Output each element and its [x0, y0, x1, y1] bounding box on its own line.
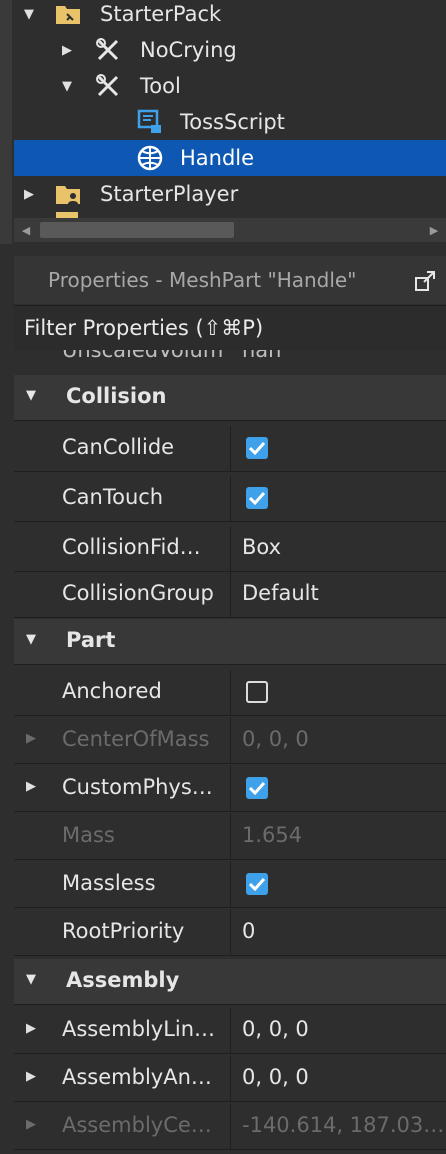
category-collision[interactable]: ▼ Collision: [14, 375, 446, 421]
category-label: Assembly: [66, 968, 180, 992]
category-part[interactable]: ▼ Part: [14, 619, 446, 665]
script-icon: [136, 108, 164, 136]
meshpart-icon: [136, 144, 164, 172]
property-value: nan: [242, 350, 282, 362]
tree-item-label: StarterPack: [100, 2, 222, 26]
property-name: Anchored: [62, 679, 162, 703]
property-row-cantouch[interactable]: CanTouch: [14, 476, 446, 522]
properties-title: Properties - MeshPart "Handle": [48, 268, 357, 292]
centerofmass-value: 0, 0, 0: [242, 727, 309, 751]
chevron-down-icon[interactable]: ▼: [58, 77, 76, 95]
property-name: CanCollide: [62, 435, 175, 459]
property-name: AssemblyCe…: [62, 1113, 212, 1137]
category-label: Part: [66, 628, 116, 652]
property-name: CollisionGroup: [62, 581, 214, 605]
tree-item-label: StarterPlayer: [100, 182, 239, 206]
horizontal-scrollbar[interactable]: ◀ ▶: [14, 218, 446, 242]
tool-icon: [94, 36, 122, 64]
property-name: CustomPhys…: [62, 775, 213, 799]
tool-icon: [94, 72, 122, 100]
tree-item-starterpack[interactable]: ▼ StarterPack: [14, 0, 446, 32]
chevron-right-icon[interactable]: ▶: [26, 1117, 36, 1132]
property-name: CollisionFid…: [62, 535, 201, 559]
tree-item-label: NoCrying: [140, 38, 237, 62]
tree-item-label: Tool: [140, 74, 181, 98]
property-name: Massless: [62, 871, 156, 895]
undock-icon[interactable]: [414, 270, 436, 292]
property-name: AssemblyLin…: [62, 1017, 216, 1041]
property-name: CenterOfMass: [62, 727, 210, 751]
property-row-assemblyangularvelocity[interactable]: ▶ AssemblyAn… 0, 0, 0: [14, 1056, 446, 1102]
assemblylinearvelocity-value[interactable]: 0, 0, 0: [242, 1017, 442, 1041]
property-row-centerofmass[interactable]: ▶ CenterOfMass 0, 0, 0: [14, 718, 446, 764]
tree-item-starterplayer[interactable]: ▶ StarterPlayer: [14, 176, 446, 212]
explorer-panel: ▼ StarterPack ▶ NoCrying ▼ Tool TossScri…: [0, 0, 446, 244]
chevron-right-icon[interactable]: ▶: [26, 1069, 36, 1084]
properties-grid: UnscaledVolum nan ▼ Collision CanCollide…: [14, 350, 446, 1154]
tree-item-nocrying[interactable]: ▶ NoCrying: [14, 32, 446, 68]
customphysicalproperties-checkbox[interactable]: [246, 777, 268, 799]
property-row-cancollide[interactable]: CanCollide: [14, 426, 446, 472]
chevron-right-icon[interactable]: ▶: [26, 779, 36, 794]
property-name: RootPriority: [62, 919, 185, 943]
property-row-massless[interactable]: Massless: [14, 862, 446, 908]
chevron-right-icon[interactable]: ▶: [26, 1021, 36, 1036]
tree-item-label: TossScript: [180, 110, 285, 134]
chevron-down-icon[interactable]: ▼: [26, 388, 36, 403]
filter-placeholder: Filter Properties (⇧⌘P): [24, 316, 264, 340]
cancollide-checkbox[interactable]: [246, 437, 268, 459]
chevron-right-icon[interactable]: ▶: [26, 731, 36, 746]
collisionfidelity-value[interactable]: Box: [242, 535, 442, 559]
mass-value: 1.654: [242, 823, 303, 847]
property-name: AssemblyAn…: [62, 1065, 212, 1089]
chevron-down-icon[interactable]: ▼: [20, 5, 38, 23]
property-row-clipped: UnscaledVolum nan: [14, 350, 446, 364]
chevron-right-icon[interactable]: ▶: [58, 41, 76, 59]
category-label: Collision: [66, 384, 167, 408]
anchored-checkbox[interactable]: [246, 681, 268, 703]
chevron-down-icon[interactable]: ▼: [26, 972, 36, 987]
property-row-rootpriority[interactable]: RootPriority 0: [14, 910, 446, 956]
property-row-collisiongroup[interactable]: CollisionGroup Default: [14, 572, 446, 618]
scroll-right-icon[interactable]: ▶: [422, 218, 446, 242]
collisiongroup-value[interactable]: Default: [242, 581, 442, 605]
filter-properties-input[interactable]: Filter Properties (⇧⌘P): [14, 305, 446, 351]
assemblycenterofmass-value: -140.614, 187.03…: [242, 1113, 442, 1137]
property-row-assemblycenterofmass[interactable]: ▶ AssemblyCe… -140.614, 187.03…: [14, 1104, 446, 1150]
rootpriority-value[interactable]: 0: [242, 919, 442, 943]
category-assembly[interactable]: ▼ Assembly: [14, 959, 446, 1005]
property-name: UnscaledVolum: [62, 350, 224, 362]
explorer-scrollbar[interactable]: [0, 0, 12, 244]
properties-header: Properties - MeshPart "Handle": [14, 256, 446, 304]
property-row-assemblylinearvelocity[interactable]: ▶ AssemblyLin… 0, 0, 0: [14, 1008, 446, 1054]
property-row-collisionfidelity[interactable]: CollisionFid… Box: [14, 526, 446, 572]
massless-checkbox[interactable]: [246, 873, 268, 895]
tree-item-tool[interactable]: ▼ Tool: [14, 68, 446, 104]
scrollbar-thumb[interactable]: [40, 222, 234, 238]
scroll-left-icon[interactable]: ◀: [14, 218, 38, 242]
starterpack-folder-icon: [54, 0, 82, 28]
cantouch-checkbox[interactable]: [246, 487, 268, 509]
property-name: CanTouch: [62, 485, 164, 509]
chevron-down-icon[interactable]: ▼: [26, 632, 36, 647]
chevron-right-icon[interactable]: ▶: [20, 185, 38, 203]
property-row-anchored[interactable]: Anchored: [14, 670, 446, 716]
property-row-mass: Mass 1.654: [14, 814, 446, 860]
assemblyangularvelocity-value[interactable]: 0, 0, 0: [242, 1065, 442, 1089]
property-name: Mass: [62, 823, 115, 847]
property-row-customphysicalproperties[interactable]: ▶ CustomPhys…: [14, 766, 446, 812]
tree-item-tossscript[interactable]: TossScript: [14, 104, 446, 140]
tree-item-handle[interactable]: Handle: [14, 140, 446, 176]
tree-item-label: Handle: [180, 146, 255, 170]
starterplayer-folder-icon: [54, 180, 82, 208]
